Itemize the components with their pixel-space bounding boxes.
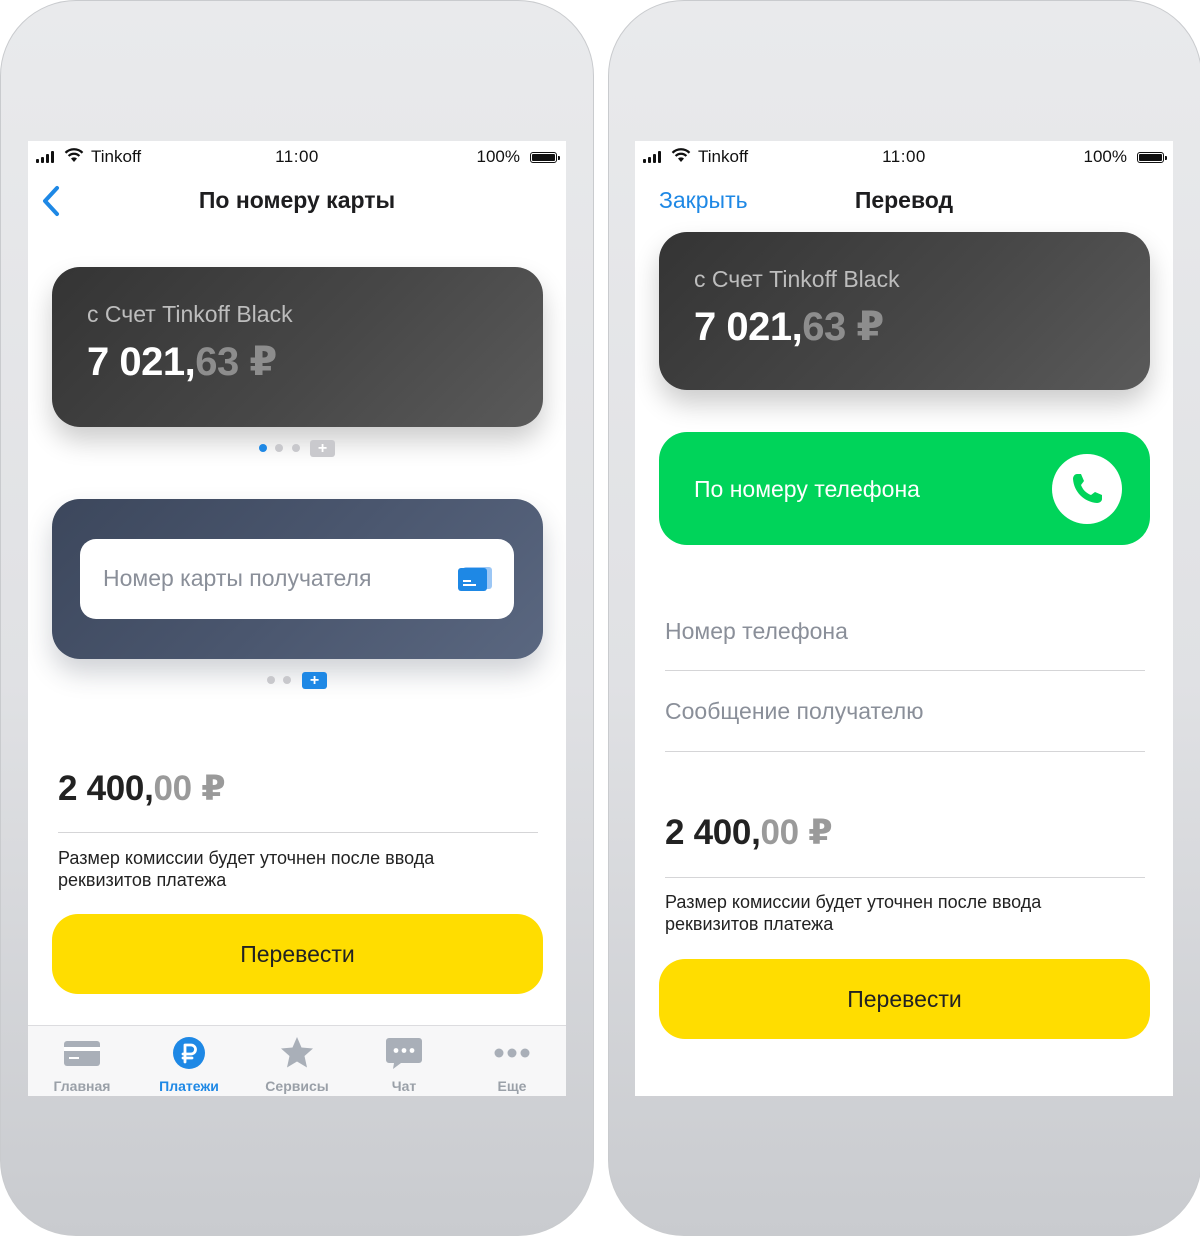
pager-dot[interactable] bbox=[267, 676, 275, 684]
account-label: с Счет Tinkoff Black bbox=[87, 301, 293, 327]
account-balance: 7 021,63 ₽ bbox=[694, 305, 884, 349]
account-card[interactable]: с Счет Tinkoff Black 7 021,63 ₽ bbox=[659, 232, 1150, 390]
tab-services[interactable]: Сервисы bbox=[243, 1026, 351, 1096]
divider bbox=[665, 670, 1145, 671]
phone-icon bbox=[1073, 474, 1102, 503]
add-account-button[interactable]: + bbox=[310, 440, 335, 457]
pager-dot[interactable] bbox=[275, 444, 283, 452]
account-balance: 7 021,63 ₽ bbox=[87, 340, 277, 384]
pager-dot[interactable] bbox=[283, 676, 291, 684]
phone-transfer-option[interactable]: По номеру телефона bbox=[659, 432, 1150, 545]
battery-icon bbox=[1137, 152, 1167, 163]
phone-frame-left: Tinkoff 11:00 100% По номеру карты с Сче… bbox=[0, 0, 594, 1236]
add-recipient-button[interactable]: + bbox=[302, 672, 327, 689]
tab-label: Платежи bbox=[159, 1078, 219, 1094]
battery-percent: 100% bbox=[1083, 147, 1127, 166]
phone-frame-right: Tinkoff 11:00 100% Закрыть Перевод с Сче… bbox=[608, 0, 1200, 1236]
divider bbox=[665, 751, 1145, 752]
phone-option-label: По номеру телефона bbox=[694, 476, 920, 502]
account-label: с Счет Tinkoff Black bbox=[694, 266, 900, 292]
screen-card-transfer: Tinkoff 11:00 100% По номеру карты с Сче… bbox=[28, 141, 566, 1096]
pager-dot[interactable] bbox=[259, 444, 267, 452]
amount-field[interactable]: 2 400,00 ₽ bbox=[665, 813, 833, 853]
tab-more[interactable]: Еще bbox=[458, 1026, 566, 1096]
card-number-placeholder: Номер карты получателя bbox=[103, 565, 372, 591]
message-input[interactable]: Сообщение получателю bbox=[665, 698, 923, 725]
tab-label: Чат bbox=[391, 1078, 417, 1094]
divider bbox=[665, 877, 1145, 878]
fee-note: Размер комиссии будет уточнен после ввод… bbox=[665, 892, 1042, 934]
account-card[interactable]: с Счет Tinkoff Black 7 021,63 ₽ bbox=[52, 267, 543, 427]
card-scan-icon[interactable] bbox=[458, 565, 492, 591]
transfer-button[interactable]: Перевести bbox=[52, 914, 543, 994]
divider bbox=[58, 832, 538, 833]
star-icon bbox=[281, 1037, 313, 1068]
page-title: По номеру карты bbox=[198, 187, 396, 213]
tab-label: Сервисы bbox=[265, 1078, 329, 1094]
transfer-button[interactable]: Перевести bbox=[659, 959, 1150, 1039]
ruble-icon bbox=[173, 1037, 205, 1069]
recipient-card: Номер карты получателя bbox=[52, 499, 543, 659]
more-icon bbox=[494, 1048, 530, 1058]
fee-note: Размер комиссии будет уточнен после ввод… bbox=[58, 848, 435, 890]
status-bar: Tinkoff 11:00 100% bbox=[635, 141, 1173, 173]
card-icon bbox=[64, 1041, 100, 1066]
tab-payments[interactable]: Платежи bbox=[135, 1026, 243, 1096]
phone-icon-circle bbox=[1052, 454, 1122, 524]
account-pager[interactable]: + bbox=[258, 440, 338, 457]
pager-dot[interactable] bbox=[292, 444, 300, 452]
battery-percent: 100% bbox=[476, 147, 520, 166]
phone-number-input[interactable]: Номер телефона bbox=[665, 618, 848, 645]
chat-icon bbox=[386, 1038, 422, 1069]
status-bar: Tinkoff 11:00 100% bbox=[28, 141, 566, 173]
recipient-pager[interactable]: + bbox=[265, 672, 327, 689]
tab-label: Главная bbox=[53, 1078, 111, 1094]
battery-icon bbox=[530, 152, 560, 163]
card-number-input[interactable]: Номер карты получателя bbox=[80, 539, 514, 619]
tab-bar: Главная Платежи Сервисы Чат Еще bbox=[28, 1025, 566, 1096]
page-title: Перевод bbox=[854, 187, 954, 213]
screen-phone-transfer: Tinkoff 11:00 100% Закрыть Перевод с Сче… bbox=[635, 141, 1173, 1096]
amount-field[interactable]: 2 400,00 ₽ bbox=[58, 769, 226, 809]
tab-label: Еще bbox=[497, 1078, 527, 1094]
tab-main[interactable]: Главная bbox=[28, 1026, 136, 1096]
tab-chat[interactable]: Чат bbox=[350, 1026, 458, 1096]
